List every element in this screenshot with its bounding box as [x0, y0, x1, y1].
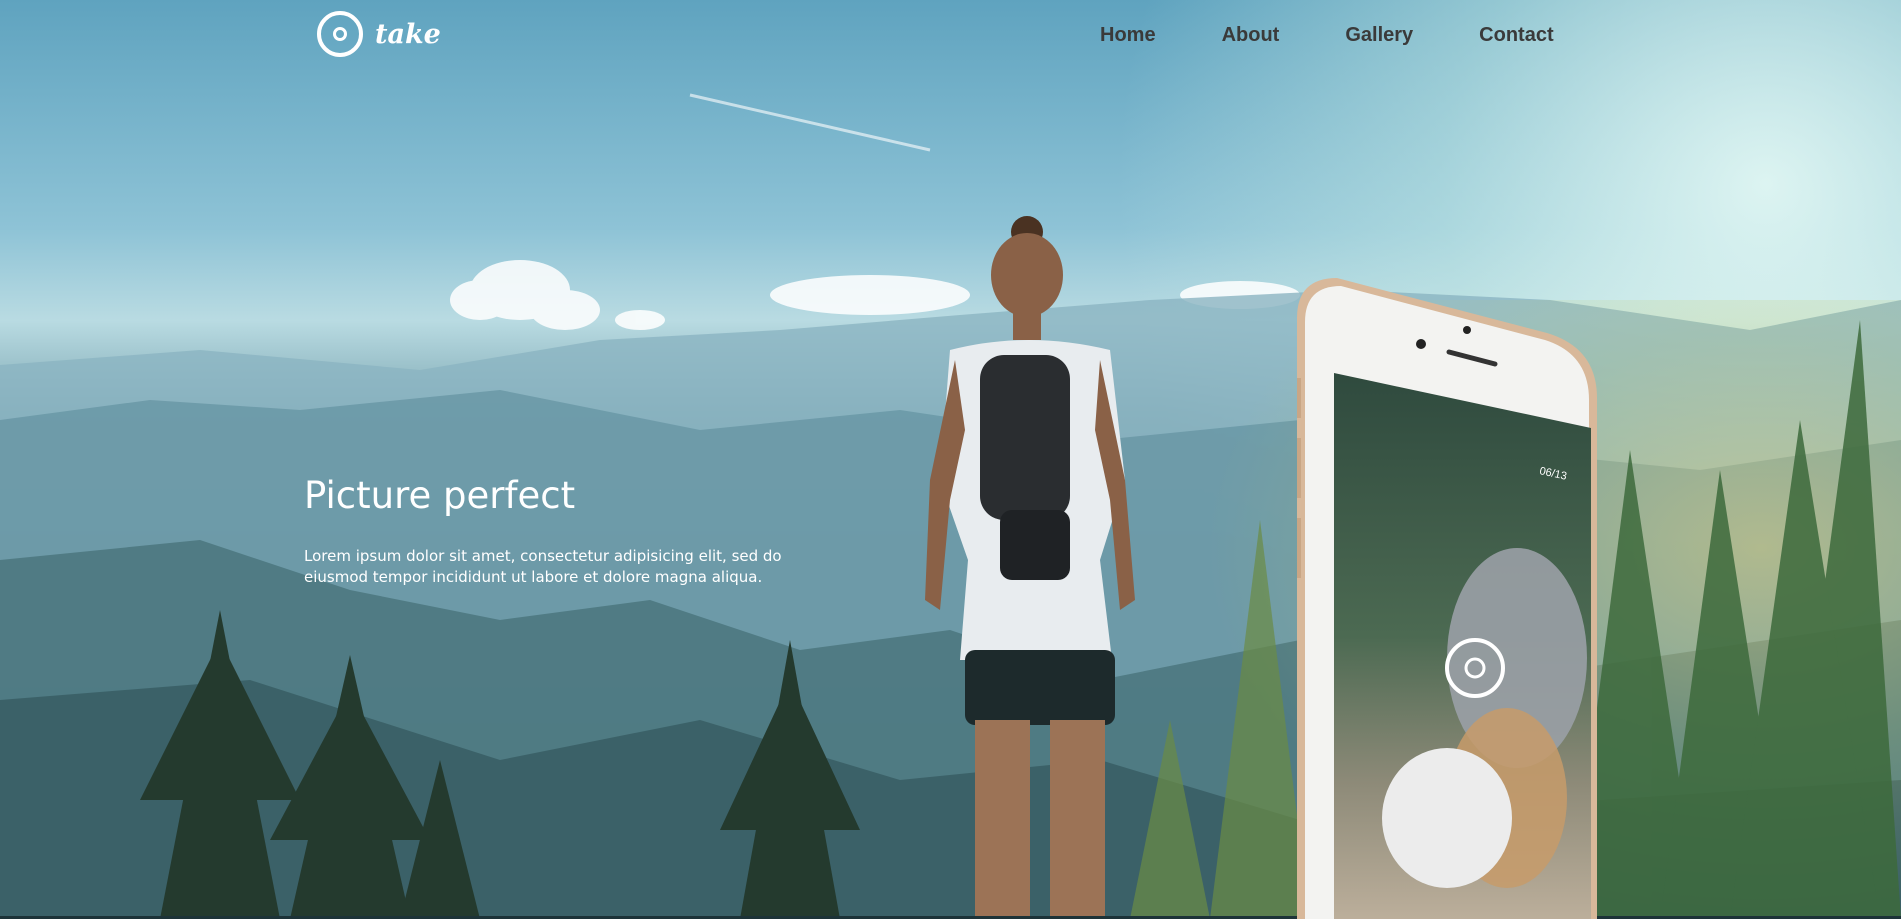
ring-logo-icon [317, 11, 363, 57]
nav-contact[interactable]: Contact [1479, 24, 1553, 47]
hero-title: Picture perfect [304, 474, 576, 517]
plush-toy [1382, 748, 1512, 888]
nav-about[interactable]: About [1222, 24, 1280, 47]
hiker-figure [925, 216, 1135, 916]
hero-text: Lorem ipsum dolor sit amet, consectetur … [304, 547, 782, 586]
nav-home[interactable]: Home [1100, 24, 1156, 47]
brand-logo[interactable]: take [317, 11, 441, 57]
brand-name: take [375, 18, 441, 50]
phone-mockup: 06/13 [1297, 278, 1597, 919]
hero-background [0, 0, 1901, 916]
nav-gallery[interactable]: Gallery [1345, 24, 1413, 47]
main-nav: Home About Gallery Contact [1100, 24, 1620, 47]
